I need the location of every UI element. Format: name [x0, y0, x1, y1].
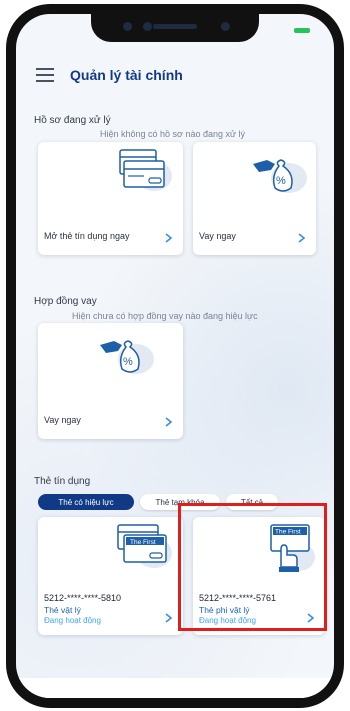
chevron-right-icon [298, 233, 306, 243]
profiles-empty-note: Hiện không có hồ sơ nào đang xử lý [100, 129, 246, 139]
svg-text:%: % [276, 175, 286, 187]
open-credit-card-label: Mở thẻ tín dụng ngay [44, 231, 130, 241]
chevron-right-icon [307, 613, 315, 623]
phone-frame: Quản lý tài chính Hồ sơ đang xử lý Hiện … [6, 4, 344, 708]
chevron-right-icon [165, 417, 173, 427]
filter-active-cards[interactable]: Thẻ có hiệu lực [38, 494, 134, 510]
loans-empty-note: Hiện chưa có hợp đồng vay nào đang hiệu … [72, 311, 258, 321]
money-bag-icon: % [100, 340, 154, 374]
loan-now-card-contracts[interactable]: % Vay ngay [38, 323, 183, 439]
card-number: 5212-****-****-5761 [199, 593, 277, 603]
phone-notch [91, 14, 259, 42]
card-number: 5212-****-****-5810 [44, 593, 122, 603]
credit-card-illustration-icon [119, 149, 172, 191]
credit-cards-section-title: Thẻ tín dụng [34, 476, 91, 487]
battery-icon [294, 28, 310, 33]
camera-icon [123, 22, 132, 31]
credit-card-item[interactable]: The First 5212-****-****-5761 Thẻ phi vậ… [193, 517, 325, 635]
page-title: Quản lý tài chính [70, 67, 183, 83]
virtual-card-icon: The First [270, 524, 315, 572]
speaker-icon [153, 24, 197, 29]
menu-icon[interactable] [36, 68, 54, 82]
app-screen: Quản lý tài chính Hồ sơ đang xử lý Hiện … [16, 14, 334, 698]
chevron-right-icon [165, 233, 173, 243]
open-credit-card-card[interactable]: Mở thẻ tín dụng ngay [38, 142, 183, 255]
filter-all-cards[interactable]: Tất cả [226, 494, 278, 510]
card-status: Đang hoạt động [44, 616, 101, 625]
money-bag-icon: % [253, 159, 307, 193]
physical-card-icon: The First [117, 524, 172, 568]
loan-now-label-contracts: Vay ngay [44, 415, 81, 425]
card-brand-text: The First [130, 539, 156, 546]
chevron-right-icon [165, 613, 173, 623]
profiles-section-title: Hồ sơ đang xử lý [34, 115, 111, 126]
card-type: Thẻ vật lý [44, 605, 81, 615]
svg-text:%: % [123, 356, 133, 368]
loan-now-card-profiles[interactable]: % Vay ngay [193, 142, 316, 255]
credit-card-item[interactable]: The First 5212-****-****-5810 Thẻ vật lý… [38, 517, 183, 635]
front-camera-icon [221, 22, 230, 31]
loans-section-title: Hợp đồng vay [34, 296, 97, 307]
card-brand-text: The First [275, 529, 301, 536]
sensor-icon [143, 22, 152, 31]
loan-now-label-profiles: Vay ngay [199, 231, 236, 241]
bottom-safe-area [16, 678, 334, 698]
filter-locked-cards[interactable]: Thẻ tạm khóa [140, 494, 220, 510]
card-type: Thẻ phi vật lý [199, 605, 250, 615]
top-bar: Quản lý tài chính [16, 54, 334, 102]
card-status: Đang hoạt động [199, 616, 256, 625]
